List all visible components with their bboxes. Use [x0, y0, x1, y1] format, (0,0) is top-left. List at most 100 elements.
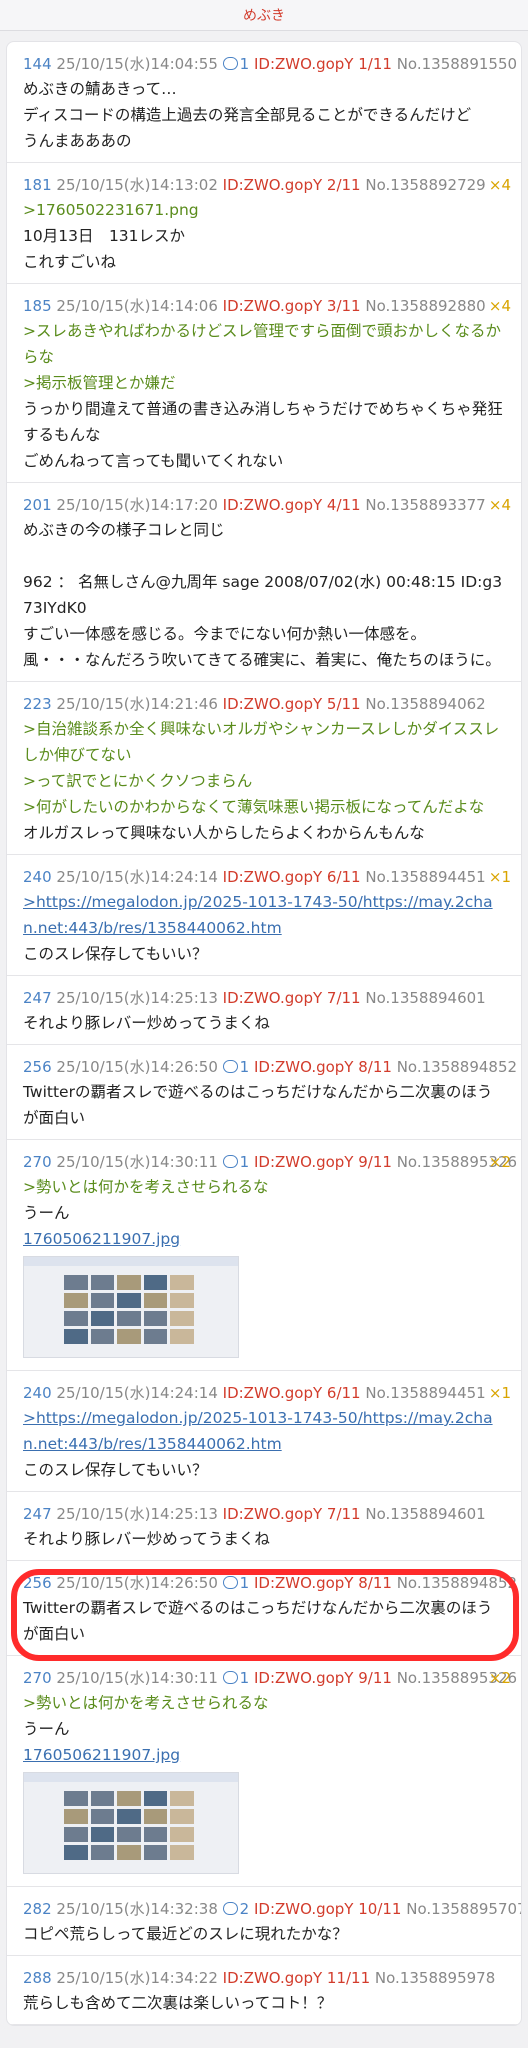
post-no[interactable]: No.1358892729 — [365, 176, 485, 194]
thumbnail-cell — [117, 1293, 141, 1308]
thumbnail-cell — [64, 1827, 88, 1842]
poster-id[interactable]: ID:ZWO.gopY 6/11 — [223, 868, 361, 886]
thumbnail-header — [24, 1773, 238, 1782]
highlight-circle — [11, 1569, 519, 1661]
post-no[interactable]: No.1358892880 — [365, 297, 485, 315]
body-text: このスレ保存してもいい？ — [23, 945, 208, 963]
post-meta: 223 25/10/15(水)14:21:46 ID:ZWO.gopY 5/11… — [23, 692, 505, 716]
quote-count-badge[interactable]: ×4 — [489, 173, 511, 197]
quote-count-badge[interactable]: ×1 — [489, 1381, 511, 1405]
post-number[interactable]: 256 — [23, 1058, 52, 1076]
quote-line: >って訳でとにかくクソつまらん — [23, 772, 253, 790]
post-number[interactable]: 282 — [23, 1900, 52, 1918]
reply-count-value: 1 — [239, 55, 250, 73]
post-no[interactable]: No.1358894451 — [365, 1384, 485, 1402]
reply-count[interactable]: 2 — [222, 1900, 249, 1918]
post-number[interactable]: 223 — [23, 695, 52, 713]
post-number[interactable]: 144 — [23, 55, 52, 73]
poster-id[interactable]: ID:ZWO.gopY 3/11 — [223, 297, 361, 315]
post-no[interactable]: No.1358893377 — [365, 496, 485, 514]
poster-id[interactable]: ID:ZWO.gopY 4/11 — [223, 496, 361, 514]
post-number[interactable]: 288 — [23, 1969, 52, 1987]
post-no[interactable]: No.1358894601 — [365, 989, 485, 1007]
poster-id[interactable]: ID:ZWO.gopY 9/11 — [254, 1669, 392, 1687]
quote-count-badge[interactable]: ×2 — [489, 1150, 511, 1174]
reply-count[interactable]: 1 — [222, 55, 250, 73]
reply-count-value: 1 — [239, 1153, 250, 1171]
post-item[interactable]: 270 25/10/15(水)14:30:11 1 ID:ZWO.gopY 9/… — [7, 1140, 521, 1371]
post-item[interactable]: 201 25/10/15(水)14:17:20 ID:ZWO.gopY 4/11… — [7, 483, 521, 682]
post-no[interactable]: No.1358894062 — [365, 695, 485, 713]
image-thumbnail[interactable] — [23, 1772, 239, 1874]
post-number[interactable]: 240 — [23, 868, 52, 886]
post-item[interactable]: 247 25/10/15(水)14:25:13 ID:ZWO.gopY 7/11… — [7, 976, 521, 1045]
quote-line: >1760502231671.png — [23, 201, 199, 219]
poster-id[interactable]: ID:ZWO.gopY 9/11 — [254, 1153, 392, 1171]
post-date: 25/10/15(水)14:14:06 — [56, 297, 218, 315]
thumbnail-cell — [170, 1845, 194, 1860]
poster-id[interactable]: ID:ZWO.gopY 1/11 — [254, 55, 392, 73]
post-no[interactable]: No.1358891550 — [397, 55, 517, 73]
image-thumbnail[interactable] — [23, 1256, 239, 1358]
post-no[interactable]: No.1358895707 — [406, 1900, 521, 1918]
post-item[interactable]: 181 25/10/15(水)14:13:02 ID:ZWO.gopY 2/11… — [7, 163, 521, 284]
link-line[interactable]: >https://megalodon.jp/2025-1013-1743-50/… — [23, 889, 505, 941]
thumbnail-cell — [90, 1845, 115, 1860]
post-number[interactable]: 247 — [23, 1505, 52, 1523]
post-number[interactable]: 201 — [23, 496, 52, 514]
poster-id[interactable]: ID:ZWO.gopY 8/11 — [254, 1058, 392, 1076]
post-date: 25/10/15(水)14:32:38 — [56, 1900, 218, 1918]
post-number[interactable]: 181 — [23, 176, 52, 194]
post-item[interactable]: 247 25/10/15(水)14:25:13 ID:ZWO.gopY 7/11… — [7, 1492, 521, 1561]
post-number[interactable]: 240 — [23, 1384, 52, 1402]
poster-id[interactable]: ID:ZWO.gopY 11/11 — [223, 1969, 370, 1987]
post-number[interactable]: 270 — [23, 1669, 52, 1687]
post-item[interactable]: 185 25/10/15(水)14:14:06 ID:ZWO.gopY 3/11… — [7, 284, 521, 483]
body-text: うんまあああの — [23, 132, 132, 150]
post-number[interactable]: 247 — [23, 989, 52, 1007]
post-meta: 288 25/10/15(水)14:34:22 ID:ZWO.gopY 11/1… — [23, 1966, 505, 1990]
link-line[interactable]: 1760506211907.jpg — [23, 1226, 505, 1252]
post-no[interactable]: No.1358894852 — [397, 1058, 517, 1076]
post-no[interactable]: No.1358894451 — [365, 868, 485, 886]
post-item[interactable]: 270 25/10/15(水)14:30:11 1 ID:ZWO.gopY 9/… — [7, 1656, 521, 1887]
quote-count-badge[interactable]: ×1 — [489, 865, 511, 889]
poster-id[interactable]: ID:ZWO.gopY 7/11 — [223, 989, 361, 1007]
speech-bubble-icon — [222, 1155, 238, 1168]
thumbnail-cell — [64, 1293, 88, 1308]
poster-id[interactable]: ID:ZWO.gopY 6/11 — [223, 1384, 361, 1402]
post-meta: 201 25/10/15(水)14:17:20 ID:ZWO.gopY 4/11… — [23, 493, 505, 517]
post-number[interactable]: 270 — [23, 1153, 52, 1171]
thumbnail-cell — [143, 1293, 168, 1308]
reply-count-value: 1 — [239, 1058, 250, 1076]
reply-count[interactable]: 1 — [222, 1153, 250, 1171]
body-text: ディスコードの構造上過去の発言全部見ることができるんだけど — [23, 106, 472, 124]
poster-id[interactable]: ID:ZWO.gopY 5/11 — [223, 695, 361, 713]
quote-count-badge[interactable]: ×2 — [489, 1666, 511, 1690]
link-line[interactable]: 1760506211907.jpg — [23, 1742, 505, 1768]
quote-count-badge[interactable]: ×4 — [489, 493, 511, 517]
post-item[interactable]: 240 25/10/15(水)14:24:14 ID:ZWO.gopY 6/11… — [7, 855, 521, 976]
reply-count[interactable]: 1 — [222, 1058, 250, 1076]
speech-bubble-icon — [222, 1671, 238, 1684]
post-item[interactable]: 144 25/10/15(水)14:04:55 1 ID:ZWO.gopY 1/… — [7, 42, 521, 163]
link-line[interactable]: >https://megalodon.jp/2025-1013-1743-50/… — [23, 1405, 505, 1457]
thumbnail-cell — [90, 1275, 115, 1290]
poster-id[interactable]: ID:ZWO.gopY 2/11 — [223, 176, 361, 194]
post-date: 25/10/15(水)14:26:50 — [56, 1058, 218, 1076]
post-item[interactable]: 223 25/10/15(水)14:21:46 ID:ZWO.gopY 5/11… — [7, 682, 521, 855]
post-item[interactable]: 288 25/10/15(水)14:34:22 ID:ZWO.gopY 11/1… — [7, 1956, 521, 2025]
body-text: うっかり間違えて普通の書き込み消しちゃうだけでめちゃくちゃ発狂するもんな — [23, 400, 503, 444]
post-no[interactable]: No.1358894601 — [365, 1505, 485, 1523]
post-item[interactable]: 282 25/10/15(水)14:32:38 2 ID:ZWO.gopY 10… — [7, 1887, 521, 1956]
post-item[interactable]: 256 25/10/15(水)14:26:50 1 ID:ZWO.gopY 8/… — [7, 1561, 521, 1661]
post-no[interactable]: No.1358895978 — [375, 1969, 495, 1987]
reply-count[interactable]: 1 — [222, 1669, 249, 1687]
post-item[interactable]: 240 25/10/15(水)14:24:14 ID:ZWO.gopY 6/11… — [7, 1371, 521, 1492]
poster-id[interactable]: ID:ZWO.gopY 10/11 — [254, 1900, 401, 1918]
post-number[interactable]: 185 — [23, 297, 52, 315]
post-item[interactable]: 256 25/10/15(水)14:26:50 1 ID:ZWO.gopY 8/… — [7, 1045, 521, 1140]
thumbnail-cell — [64, 1809, 88, 1824]
poster-id[interactable]: ID:ZWO.gopY 7/11 — [223, 1505, 361, 1523]
quote-count-badge[interactable]: ×4 — [489, 294, 511, 318]
